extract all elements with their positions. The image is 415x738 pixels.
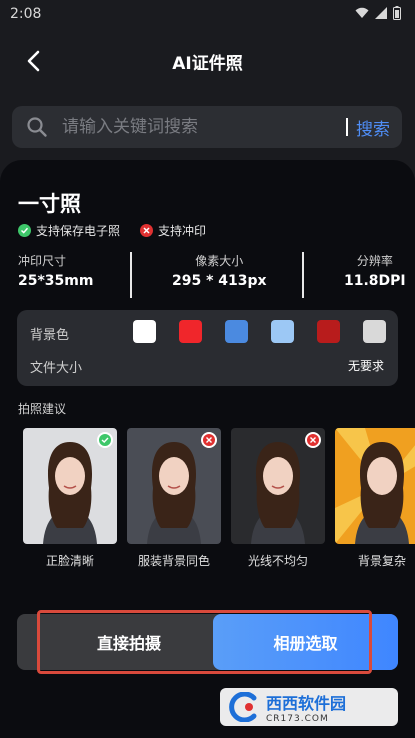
status-bar: 2:08 xyxy=(0,0,415,30)
search-bar: 搜索 xyxy=(12,106,402,148)
tip-item: 光线不均匀 xyxy=(231,428,325,569)
file-size-value: 无要求 xyxy=(347,359,384,373)
feature-list: 支持保存电子照 支持冲印 xyxy=(18,222,206,239)
pixel-size-label: 像素大小 xyxy=(195,254,244,268)
feature-label: 支持保存电子照 xyxy=(36,224,121,238)
tip-photo xyxy=(335,428,415,544)
bg-color-light-blue[interactable] xyxy=(271,320,294,343)
wifi-icon xyxy=(355,7,369,18)
pixel-size: 像素大小 295 * 413px xyxy=(172,252,267,289)
watermark-sub: CR173.COM xyxy=(266,714,329,724)
tip-item: 背景复杂 xyxy=(335,428,415,569)
divider xyxy=(130,252,132,298)
portrait-image xyxy=(335,428,415,544)
options-panel: 背景色 文件大小 无要求 xyxy=(17,310,398,386)
watermark: 西西软件园 CR173.COM xyxy=(220,688,398,726)
pixel-size-value: 295 * 413px xyxy=(172,273,267,289)
highlight-box xyxy=(37,610,372,674)
divider xyxy=(302,252,304,298)
tip-caption: 光线不均匀 xyxy=(247,554,308,568)
spec-title: 一寸照 xyxy=(18,192,81,216)
feature-item: 支持冲印 xyxy=(140,222,206,239)
tip-caption: 背景复杂 xyxy=(357,554,406,568)
search-icon xyxy=(27,117,47,137)
feature-item: 支持保存电子照 xyxy=(18,222,120,239)
status-icons xyxy=(355,6,401,20)
page-title: AI证件照 xyxy=(172,54,243,74)
resolution-value: 11.8DPI xyxy=(344,273,406,289)
check-icon xyxy=(18,224,31,237)
search-caret xyxy=(346,118,348,136)
bg-color-label: 背景色 xyxy=(30,328,70,343)
signal-icon xyxy=(375,7,387,19)
print-size-label: 冲印尺寸 xyxy=(18,254,67,268)
feature-label: 支持冲印 xyxy=(158,224,207,238)
tip-caption: 正脸清晰 xyxy=(45,554,94,568)
cross-badge-icon xyxy=(305,432,321,448)
search-input[interactable] xyxy=(62,117,346,137)
tips-carousel[interactable]: 正脸清晰 服装背景同色 光线不均匀 背景复杂 xyxy=(0,428,415,578)
search-button[interactable]: 搜索 xyxy=(356,115,390,140)
resolution: 分辨率 11.8DPI xyxy=(344,252,406,289)
cross-badge-icon xyxy=(201,432,217,448)
tip-photo xyxy=(231,428,325,544)
tip-item: 服装背景同色 xyxy=(127,428,221,569)
header: AI证件照 xyxy=(0,38,415,82)
tips-label: 拍照建议 xyxy=(18,402,67,416)
tip-photo xyxy=(127,428,221,544)
tip-item: 正脸清晰 xyxy=(23,428,117,569)
file-size-label: 文件大小 xyxy=(30,361,83,376)
status-time: 2:08 xyxy=(10,6,42,22)
cross-icon xyxy=(140,224,154,237)
bg-color-dark-red[interactable] xyxy=(317,320,340,343)
watermark-logo-icon xyxy=(229,692,257,722)
bg-color-gray[interactable] xyxy=(363,320,386,343)
bg-color-blue[interactable] xyxy=(225,320,248,343)
bg-color-white[interactable] xyxy=(133,320,156,343)
battery-icon xyxy=(393,6,401,20)
watermark-main: 西西软件园 xyxy=(266,694,347,713)
bg-color-red[interactable] xyxy=(179,320,202,343)
check-badge-icon xyxy=(97,432,113,448)
resolution-label: 分辨率 xyxy=(356,254,393,268)
print-size: 冲印尺寸 25*35mm xyxy=(18,252,93,289)
tip-caption: 服装背景同色 xyxy=(137,554,210,568)
tip-photo xyxy=(23,428,117,544)
print-size-value: 25*35mm xyxy=(18,273,94,289)
spec-stats: 冲印尺寸 25*35mm 像素大小 295 * 413px 分辨率 11.8DP… xyxy=(0,252,415,298)
